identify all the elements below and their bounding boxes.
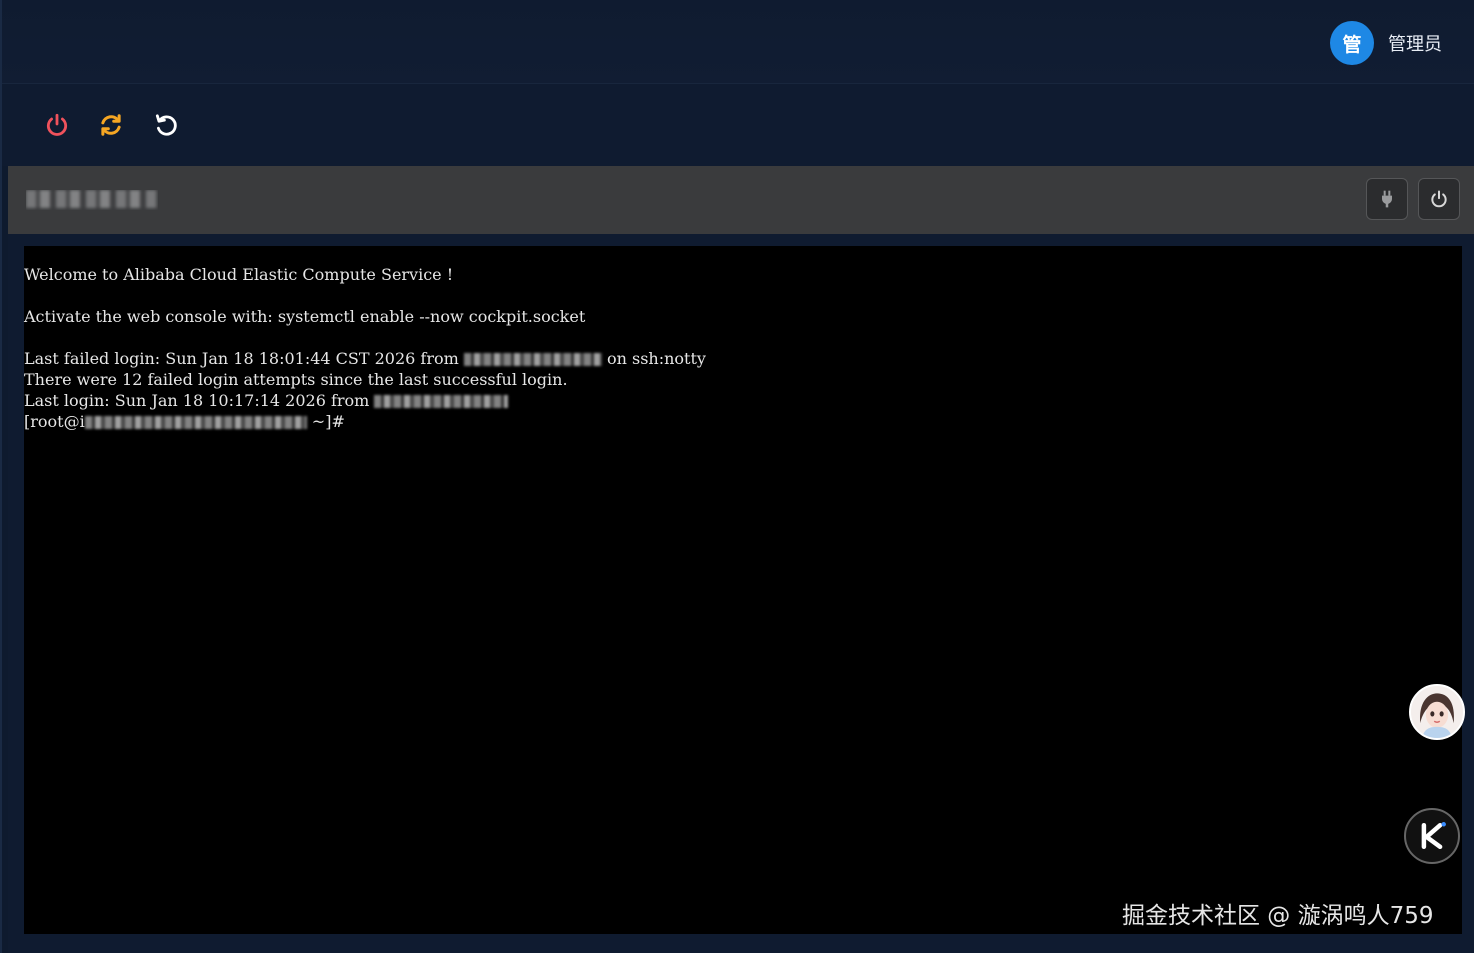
session-power-button[interactable] <box>1418 178 1460 220</box>
power-button[interactable] <box>39 107 75 143</box>
terminal-line: Last login: Sun Jan 18 10:17:14 2026 fro… <box>24 390 1462 411</box>
avatar[interactable]: 管 <box>1330 21 1374 65</box>
session-title <box>26 190 158 210</box>
top-header: 管 管理员 <box>2 0 1474 84</box>
redacted-hostname <box>84 416 307 429</box>
session-bar <box>8 166 1474 234</box>
power-icon <box>46 113 68 136</box>
user-name[interactable]: 管理员 <box>1388 30 1442 56</box>
undo-icon <box>155 114 177 136</box>
terminal-line: Last failed login: Sun Jan 18 18:01:44 C… <box>24 349 706 368</box>
redacted-ip <box>374 395 509 408</box>
app-window: 管 管理员 Welcome to Alibaba Cloud Elastic C… <box>0 0 1474 953</box>
terminal-line: There were 12 failed login attempts sinc… <box>24 370 568 389</box>
sync-icon <box>101 114 121 136</box>
plug-icon <box>1382 190 1392 208</box>
assistant-face-icon <box>1411 686 1463 738</box>
power-icon <box>1431 190 1447 208</box>
undo-button[interactable] <box>148 107 184 143</box>
assistant-avatar[interactable] <box>1409 684 1465 740</box>
user-menu[interactable]: 管 管理员 <box>1330 21 1442 65</box>
terminal-prompt[interactable]: [root@i ~]# <box>24 411 1462 432</box>
terminal[interactable]: Welcome to Alibaba Cloud Elastic Compute… <box>24 246 1462 934</box>
watermark: 掘金技术社区 @ 漩涡鸣人759 <box>1122 903 1434 929</box>
k-assistant-button[interactable] <box>1404 808 1460 864</box>
redacted-host <box>26 190 158 208</box>
k-logo-icon <box>1421 822 1446 850</box>
terminal-line: Activate the web console with: systemctl… <box>24 307 586 326</box>
redacted-ip <box>463 353 602 366</box>
sync-button[interactable] <box>93 107 129 143</box>
toolbar <box>2 84 1474 166</box>
disconnect-button[interactable] <box>1366 178 1408 220</box>
terminal-line: Welcome to Alibaba Cloud Elastic Compute… <box>24 265 454 284</box>
